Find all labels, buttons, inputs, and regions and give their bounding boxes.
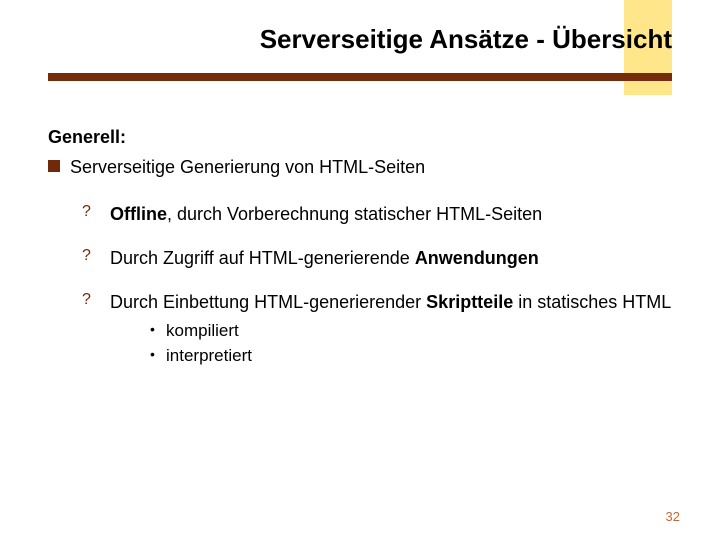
page-number: 32 bbox=[666, 509, 680, 524]
dot-bullet-icon: • bbox=[150, 320, 158, 340]
bold-term: Offline bbox=[110, 204, 167, 224]
section-label: Generell: bbox=[48, 125, 672, 149]
pointer-icon: ? bbox=[82, 246, 100, 267]
bullet-text: kompiliert bbox=[166, 320, 239, 343]
text-span: in statisches HTML bbox=[513, 292, 671, 312]
title-area: Serverseitige Ansätze - Übersicht bbox=[0, 0, 720, 81]
title-rule bbox=[48, 73, 672, 81]
bold-term: Anwendungen bbox=[415, 248, 539, 268]
bullet-text: Offline, durch Vorberechnung statischer … bbox=[110, 202, 672, 226]
slide-content: Generell: Serverseitige Generierung von … bbox=[0, 81, 720, 368]
pointer-icon: ? bbox=[82, 202, 100, 223]
bullet-level2: ? Durch Zugriff auf HTML-generierende An… bbox=[82, 246, 672, 270]
text-span: Durch Einbettung HTML-generierender bbox=[110, 292, 426, 312]
bold-term: Skriptteile bbox=[426, 292, 513, 312]
square-bullet-icon bbox=[48, 160, 60, 172]
bullet-text: Serverseitige Generierung von HTML-Seite… bbox=[70, 155, 425, 179]
subbullets: ? Offline, durch Vorberechnung statische… bbox=[48, 202, 672, 369]
bullet-text: Durch Einbettung HTML-generierender Skri… bbox=[110, 290, 672, 314]
bullet-level3: • interpretiert bbox=[150, 345, 672, 368]
bullet-level2: ? Offline, durch Vorberechnung statische… bbox=[82, 202, 672, 226]
text-span: Durch Zugriff auf HTML-generierende bbox=[110, 248, 415, 268]
bullet-level1: Serverseitige Generierung von HTML-Seite… bbox=[48, 155, 672, 179]
dot-bullet-icon: • bbox=[150, 345, 158, 365]
slide-title: Serverseitige Ansätze - Übersicht bbox=[0, 24, 720, 55]
bullet-level3: • kompiliert bbox=[150, 320, 672, 343]
subsubbullets: • kompiliert • interpretiert bbox=[82, 320, 672, 368]
bullet-text: Durch Zugriff auf HTML-generierende Anwe… bbox=[110, 246, 672, 270]
text-span: , durch Vorberechnung statischer HTML-Se… bbox=[167, 204, 542, 224]
bullet-text: interpretiert bbox=[166, 345, 252, 368]
bullet-level2: ? Durch Einbettung HTML-generierender Sk… bbox=[82, 290, 672, 314]
pointer-icon: ? bbox=[82, 290, 100, 311]
